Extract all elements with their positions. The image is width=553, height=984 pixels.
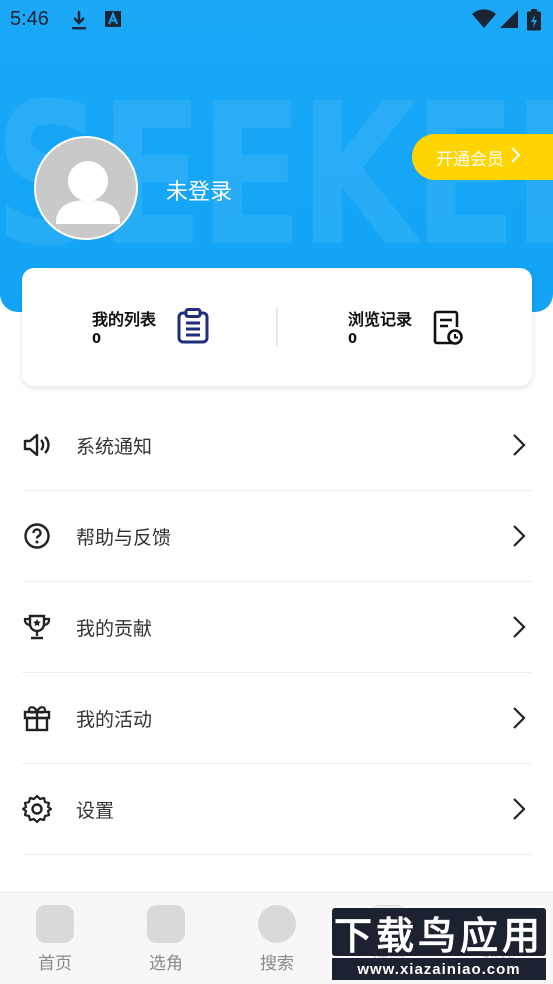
user-silhouette-icon: [56, 161, 120, 224]
history-label: 浏览记录: [348, 310, 413, 329]
battery-icon: [527, 9, 541, 35]
history-stat[interactable]: 浏览记录 0: [348, 306, 412, 347]
vip-button-label: 开通会员: [436, 149, 504, 170]
tab-casting[interactable]: 选角: [131, 905, 201, 974]
my-list-label: 我的列表: [92, 310, 157, 329]
chevron-right-icon: [512, 433, 526, 461]
home-icon: [36, 905, 74, 943]
gift-icon: [22, 703, 52, 733]
menu-item-help-feedback[interactable]: 帮助与反馈: [22, 491, 532, 582]
menu-label: 我的活动: [76, 708, 153, 731]
brand-watermark-url: www.xiazainiao.com: [332, 958, 546, 980]
login-status[interactable]: 未登录: [166, 174, 232, 206]
menu-item-activities[interactable]: 我的活动: [22, 673, 532, 764]
tab-home[interactable]: 首页: [20, 905, 90, 974]
wifi-icon: [472, 9, 496, 33]
clipboard-list-icon[interactable]: [176, 308, 210, 348]
settings-menu: 系统通知 帮助与反馈 我的贡献 我的活动 设置: [22, 400, 532, 855]
avatar[interactable]: [34, 136, 138, 240]
menu-label: 设置: [76, 799, 115, 822]
tab-search[interactable]: 搜索: [242, 905, 312, 974]
menu-item-settings[interactable]: 设置: [22, 764, 532, 855]
menu-label: 系统通知: [76, 435, 153, 458]
history-document-icon[interactable]: [432, 310, 464, 350]
status-time: 5:46: [10, 8, 49, 30]
tab-label: 首页: [38, 954, 72, 974]
tab-label: 选角: [149, 954, 183, 974]
chevron-right-icon: [512, 706, 526, 734]
chevron-right-icon: [510, 146, 522, 169]
signal-icon: [500, 9, 520, 33]
chevron-right-icon: [512, 797, 526, 825]
speaker-icon: [22, 430, 52, 460]
brand-watermark: 下载鸟应用 www.xiazainiao.com: [330, 906, 550, 980]
vip-button[interactable]: 开通会员: [412, 134, 553, 180]
status-bar: 5:46: [0, 0, 553, 40]
notification-a-icon: [104, 9, 122, 33]
menu-item-contributions[interactable]: 我的贡献: [22, 582, 532, 673]
gear-icon: [22, 794, 52, 824]
my-list-stat[interactable]: 我的列表 0: [92, 306, 156, 347]
brand-watermark-title: 下载鸟应用: [332, 908, 546, 958]
menu-label: 帮助与反馈: [76, 526, 172, 549]
chevron-right-icon: [512, 524, 526, 552]
chevron-right-icon: [512, 615, 526, 643]
my-list-count: 0: [92, 332, 102, 347]
menu-label: 我的贡献: [76, 617, 153, 640]
stats-card: 我的列表 0 浏览记录 0: [22, 268, 532, 386]
download-icon: [70, 9, 88, 35]
history-count: 0: [348, 332, 358, 347]
menu-item-notifications[interactable]: 系统通知: [22, 400, 532, 491]
tab-label: 搜索: [260, 954, 294, 974]
video-icon: [147, 905, 185, 943]
question-circle-icon: [22, 521, 52, 551]
trophy-icon: [22, 612, 52, 642]
search-icon: [258, 905, 296, 943]
stats-divider: [276, 308, 278, 346]
